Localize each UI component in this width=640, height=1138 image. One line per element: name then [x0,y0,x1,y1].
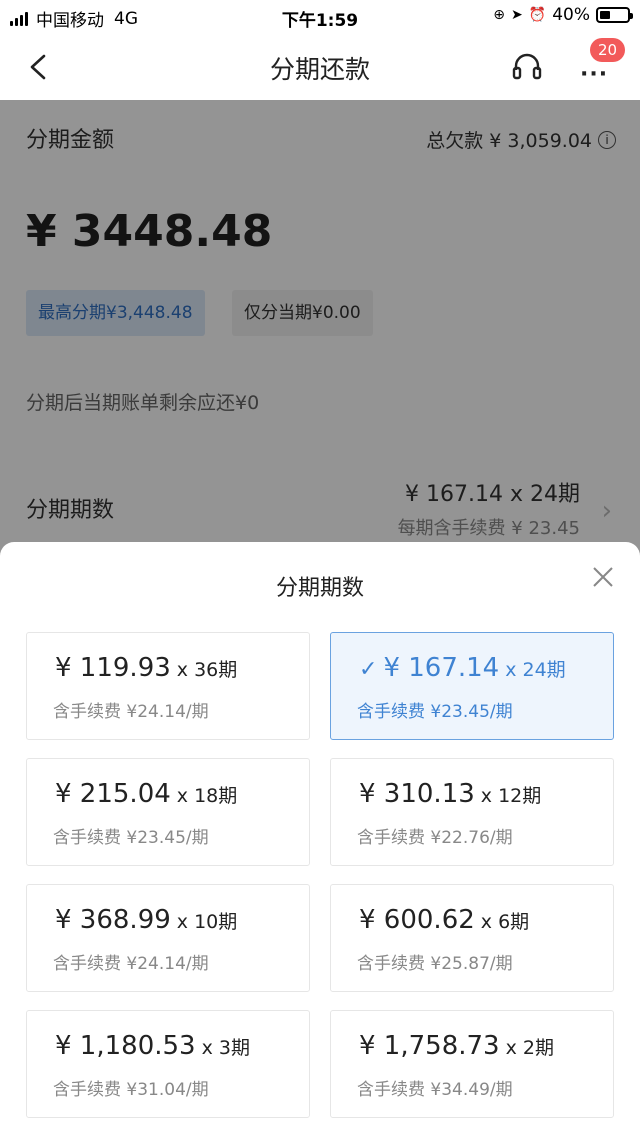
more-icon: ··· [580,62,609,87]
option-10[interactable]: ¥ 368.99 x 10期 含手续费 ¥24.14/期 [26,884,310,992]
battery-icon [596,7,633,23]
close-icon [593,567,613,587]
option-fee: 含手续费 ¥22.76/期 [357,828,513,848]
option-main: ¥ 1,758.73 x 2期 [359,1031,554,1061]
option-6[interactable]: ¥ 600.62 x 6期 含手续费 ¥25.87/期 [330,884,614,992]
option-24-selected[interactable]: ✓ ¥ 167.14 x 24期 含手续费 ¥23.45/期 [330,632,614,740]
page-title: 分期还款 [269,55,370,84]
option-term: x 36期 [176,659,238,681]
option-main: ¥ 215.04 x 18期 [55,779,237,809]
option-18[interactable]: ¥ 215.04 x 18期 含手续费 ¥23.45/期 [26,758,310,866]
sheet-title: 分期期数 [275,576,364,601]
option-main: ¥ 119.93 x 36期 [55,653,237,683]
option-3[interactable]: ¥ 1,180.53 x 3期 含手续费 ¥31.04/期 [26,1010,310,1118]
option-fee: 含手续费 ¥31.04/期 [53,1080,209,1100]
option-fee: 含手续费 ¥34.49/期 [357,1080,513,1100]
option-main: ¥ 600.62 x 6期 [359,905,529,935]
option-fee: 含手续费 ¥25.87/期 [357,954,513,974]
option-price: ¥ 368.99 [55,905,171,935]
option-main: ✓ ¥ 167.14 x 24期 [359,653,566,683]
option-main: ¥ 368.99 x 10期 [55,905,237,935]
battery-percent: 40% [552,5,590,25]
option-fee: 含手续费 ¥24.14/期 [53,702,209,722]
customer-service-button[interactable] [510,50,544,84]
option-price: ¥ 1,180.53 [55,1031,196,1061]
period-picker-sheet: 分期期数 ¥ 119.93 x 36期 含手续费 ¥24.14/期 ✓ ¥ 16… [0,542,640,1138]
option-12[interactable]: ¥ 310.13 x 12期 含手续费 ¥22.76/期 [330,758,614,866]
option-term: x 12期 [480,785,542,807]
alarm-icon: ⏰ [528,7,547,23]
option-price: ¥ 600.62 [359,905,475,935]
option-price: ¥ 310.13 [359,779,475,809]
option-fee: 含手续费 ¥23.45/期 [53,828,209,848]
option-term: x 6期 [480,911,530,933]
headset-icon [512,53,542,80]
option-price: ¥ 215.04 [55,779,171,809]
option-term: x 24期 [505,659,566,681]
check-icon: ✓ [359,657,378,682]
option-fee: 含手续费 ¥24.14/期 [53,954,209,974]
close-button[interactable] [588,562,618,592]
option-term: x 2期 [505,1037,554,1059]
option-price: ¥ 167.14 [383,653,500,683]
option-term: x 10期 [176,911,238,933]
nav-bar: 分期还款 ··· [0,34,640,100]
option-price: ¥ 1,758.73 [359,1031,500,1061]
notification-badge: 20 [590,38,626,62]
option-term: x 18期 [176,785,238,807]
option-2[interactable]: ¥ 1,758.73 x 2期 含手续费 ¥34.49/期 [330,1010,614,1118]
option-price: ¥ 119.93 [55,653,171,683]
option-fee: 含手续费 ¥23.45/期 [357,702,513,722]
option-36[interactable]: ¥ 119.93 x 36期 含手续费 ¥24.14/期 [26,632,310,740]
option-main: ¥ 1,180.53 x 3期 [55,1031,250,1061]
status-right: ⊕ ➤ ⏰ 40% [487,5,633,25]
status-bar: 中国移动 4G 下午1:59 ⊕ ➤ ⏰ 40% [0,0,640,34]
rotation-lock-icon: ⊕ [493,7,506,23]
option-main: ¥ 310.13 x 12期 [359,779,541,809]
location-icon: ➤ [511,7,523,23]
option-term: x 3期 [201,1037,250,1059]
